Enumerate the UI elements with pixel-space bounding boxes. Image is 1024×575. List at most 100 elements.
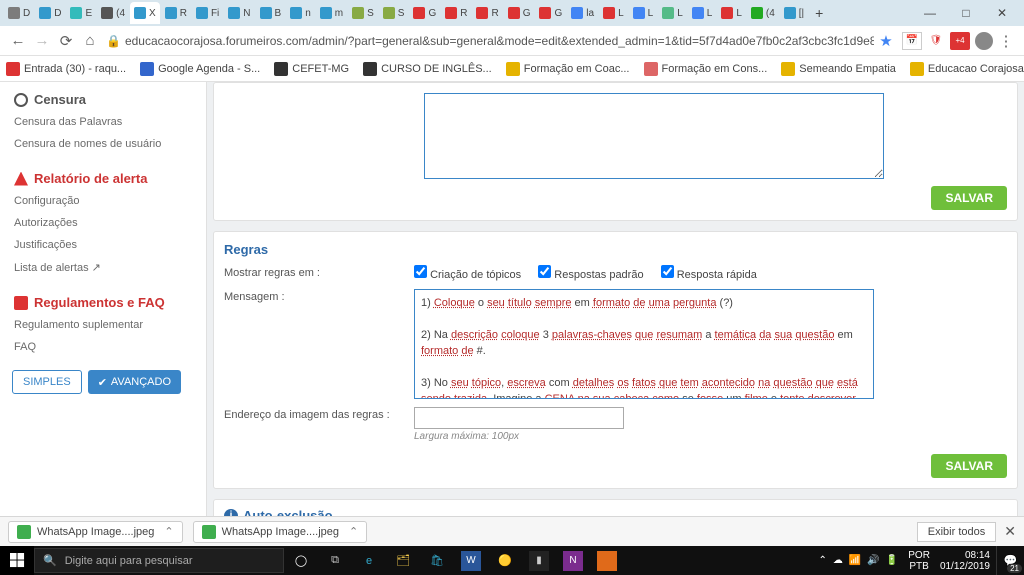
taskbar-app-word[interactable]: W (461, 551, 481, 571)
tray-wifi-icon[interactable]: 📶 (849, 555, 861, 566)
browser-tab[interactable]: L (599, 2, 628, 24)
taskbar-app-cmd[interactable]: ▮ (529, 551, 549, 571)
search-icon: 🔍 (43, 554, 57, 567)
show-all-downloads[interactable]: Exibir todos (917, 522, 996, 542)
browser-tab[interactable]: m (316, 2, 347, 24)
download-item-1[interactable]: WhatsApp Image....jpeg⌃ (8, 521, 183, 543)
browser-tab[interactable]: n (286, 2, 315, 24)
window-close[interactable]: ✕ (984, 6, 1020, 20)
system-tray[interactable]: ⌃ ☁ 📶 🔊 🔋 (813, 555, 905, 566)
downloads-bar: WhatsApp Image....jpeg⌃ WhatsApp Image..… (0, 516, 1024, 546)
browser-tab[interactable]: B (256, 2, 286, 24)
ext-icon-3[interactable]: +4 (950, 32, 970, 50)
browser-tab[interactable]: L (658, 2, 687, 24)
chk-resposta-rapida[interactable]: Resposta rápida (661, 269, 757, 281)
taskbar-app-chrome[interactable]: 🟡 (488, 546, 522, 575)
browser-tab[interactable]: L (717, 2, 746, 24)
rules-image-input[interactable] (414, 407, 624, 429)
save-button-regras[interactable]: SALVAR (931, 454, 1007, 478)
taskbar-app-edge[interactable]: e (352, 546, 386, 575)
mode-simples-button[interactable]: SIMPLES (12, 370, 82, 394)
tray-onedrive-icon[interactable]: ☁ (833, 555, 843, 566)
start-button[interactable] (0, 546, 34, 575)
browser-tab[interactable]: G (535, 2, 566, 24)
taskbar-app-onenote[interactable]: N (563, 551, 583, 571)
browser-tab[interactable]: la (567, 2, 598, 24)
nav-home[interactable]: ⌂ (78, 32, 102, 49)
tray-clock[interactable]: 08:1401/12/2019 (934, 550, 996, 572)
browser-tabstrip: DDE(4XRFiNBnmSSGRRGGlaLLLLL(4[| + — □ ✕ (0, 0, 1024, 26)
taskbar-app-other[interactable] (597, 551, 617, 571)
browser-tab[interactable]: S (379, 2, 409, 24)
url-text[interactable]: educacaocorajosa.forumeiros.com/admin/?p… (125, 34, 874, 48)
browser-tab[interactable]: X (130, 2, 160, 24)
sidebar-head-alerta: Relatório de alerta (0, 165, 206, 190)
browser-tab[interactable]: G (504, 2, 535, 24)
browser-tab[interactable]: (4 (747, 2, 779, 24)
download-item-2[interactable]: WhatsApp Image....jpeg⌃ (193, 521, 368, 543)
browser-tab[interactable]: L (629, 2, 658, 24)
browser-tab[interactable]: N (224, 2, 254, 24)
chk-respostas-padrao[interactable]: Respostas padrão (538, 269, 643, 281)
sidebar-item-autorizacoes[interactable]: Autorizações (0, 212, 206, 234)
bookmark-item[interactable]: Formação em Coac... (506, 62, 630, 76)
bookmark-item[interactable]: Semeando Empatia (781, 62, 896, 76)
address-bar: ← → ⟳ ⌂ 🔒 educacaocorajosa.forumeiros.co… (0, 26, 1024, 56)
rules-message-area[interactable]: 1) Coloque o seu título sempre em format… (414, 289, 874, 399)
bookmark-item[interactable]: CEFET-MG (274, 62, 349, 76)
profile-avatar[interactable] (974, 32, 994, 50)
nav-forward[interactable]: → (30, 32, 54, 49)
new-tab-button[interactable]: + (809, 5, 829, 21)
sidebar-item-lista-alertas[interactable]: Lista de alertas ↗ (0, 256, 206, 279)
window-maximize[interactable]: □ (948, 6, 984, 20)
browser-tab[interactable]: (4 (97, 2, 129, 24)
bookmark-item[interactable]: Educacao Corajosa (910, 62, 1024, 76)
browser-tab[interactable]: L (688, 2, 717, 24)
taskbar-app-store[interactable]: 🛍 (420, 546, 454, 575)
cortana-icon[interactable]: ◯ (284, 546, 318, 575)
ext-icon-2[interactable]: 🛡 (926, 32, 946, 50)
tray-chevron-icon[interactable]: ⌃ (819, 555, 827, 566)
bookmark-item[interactable]: Formação em Cons... (644, 62, 768, 76)
ban-icon (14, 93, 28, 107)
browser-tab[interactable]: R (161, 2, 191, 24)
chk-criacao-topicos[interactable]: Criação de tópicos (414, 269, 521, 281)
browser-tab[interactable]: E (66, 2, 96, 24)
taskbar-search[interactable]: 🔍 Digite aqui para pesquisar (34, 548, 284, 573)
browser-tab[interactable]: R (441, 2, 471, 24)
tray-language[interactable]: PORPTB (904, 550, 934, 572)
save-button-top[interactable]: SALVAR (931, 186, 1007, 210)
browser-tab[interactable]: D (4, 2, 34, 24)
tray-notifications[interactable]: 💬21 (996, 546, 1024, 575)
mode-avancado-button[interactable]: ✔AVANÇADO (88, 370, 181, 394)
browser-tab[interactable]: R (472, 2, 502, 24)
browser-tab[interactable]: G (409, 2, 440, 24)
windows-taskbar: 🔍 Digite aqui para pesquisar ◯ ⧉ e 🗂 🛍 W… (0, 546, 1024, 575)
sidebar-item-config[interactable]: Configuração (0, 190, 206, 212)
ext-icon-1[interactable]: 📅 (902, 32, 922, 50)
label-mensagem: Mensagem : (224, 289, 414, 303)
tray-battery-icon[interactable]: 🔋 (886, 555, 898, 566)
window-minimize[interactable]: — (912, 6, 948, 20)
top-textarea[interactable] (424, 93, 884, 179)
tray-volume-icon[interactable]: 🔊 (867, 555, 879, 566)
sidebar-item-faq[interactable]: FAQ (0, 336, 206, 358)
nav-reload[interactable]: ⟳ (54, 32, 78, 50)
sidebar-item-justificacoes[interactable]: Justificações (0, 234, 206, 256)
browser-tab[interactable]: Fi (192, 2, 223, 24)
bookmark-item[interactable]: CURSO DE INGLÊS... (363, 62, 492, 76)
taskbar-app-explorer[interactable]: 🗂 (386, 546, 420, 575)
sidebar-item-censura-usuarios[interactable]: Censura de nomes de usuário (0, 133, 206, 155)
sidebar-item-regulamento[interactable]: Regulamento suplementar (0, 314, 206, 336)
nav-back[interactable]: ← (6, 32, 30, 49)
close-downloads-bar[interactable]: ✕ (1004, 523, 1016, 540)
browser-tab[interactable]: D (35, 2, 65, 24)
browser-tab[interactable]: S (348, 2, 378, 24)
browser-tab[interactable]: [| (780, 2, 808, 24)
sidebar-item-censura-palavras[interactable]: Censura das Palavras (0, 111, 206, 133)
bookmark-item[interactable]: Google Agenda - S... (140, 62, 260, 76)
bookmark-item[interactable]: Entrada (30) - raqu... (6, 62, 126, 76)
star-icon[interactable]: ★ (874, 32, 898, 50)
browser-menu[interactable]: ⋮ (994, 32, 1018, 50)
taskview-icon[interactable]: ⧉ (318, 546, 352, 575)
